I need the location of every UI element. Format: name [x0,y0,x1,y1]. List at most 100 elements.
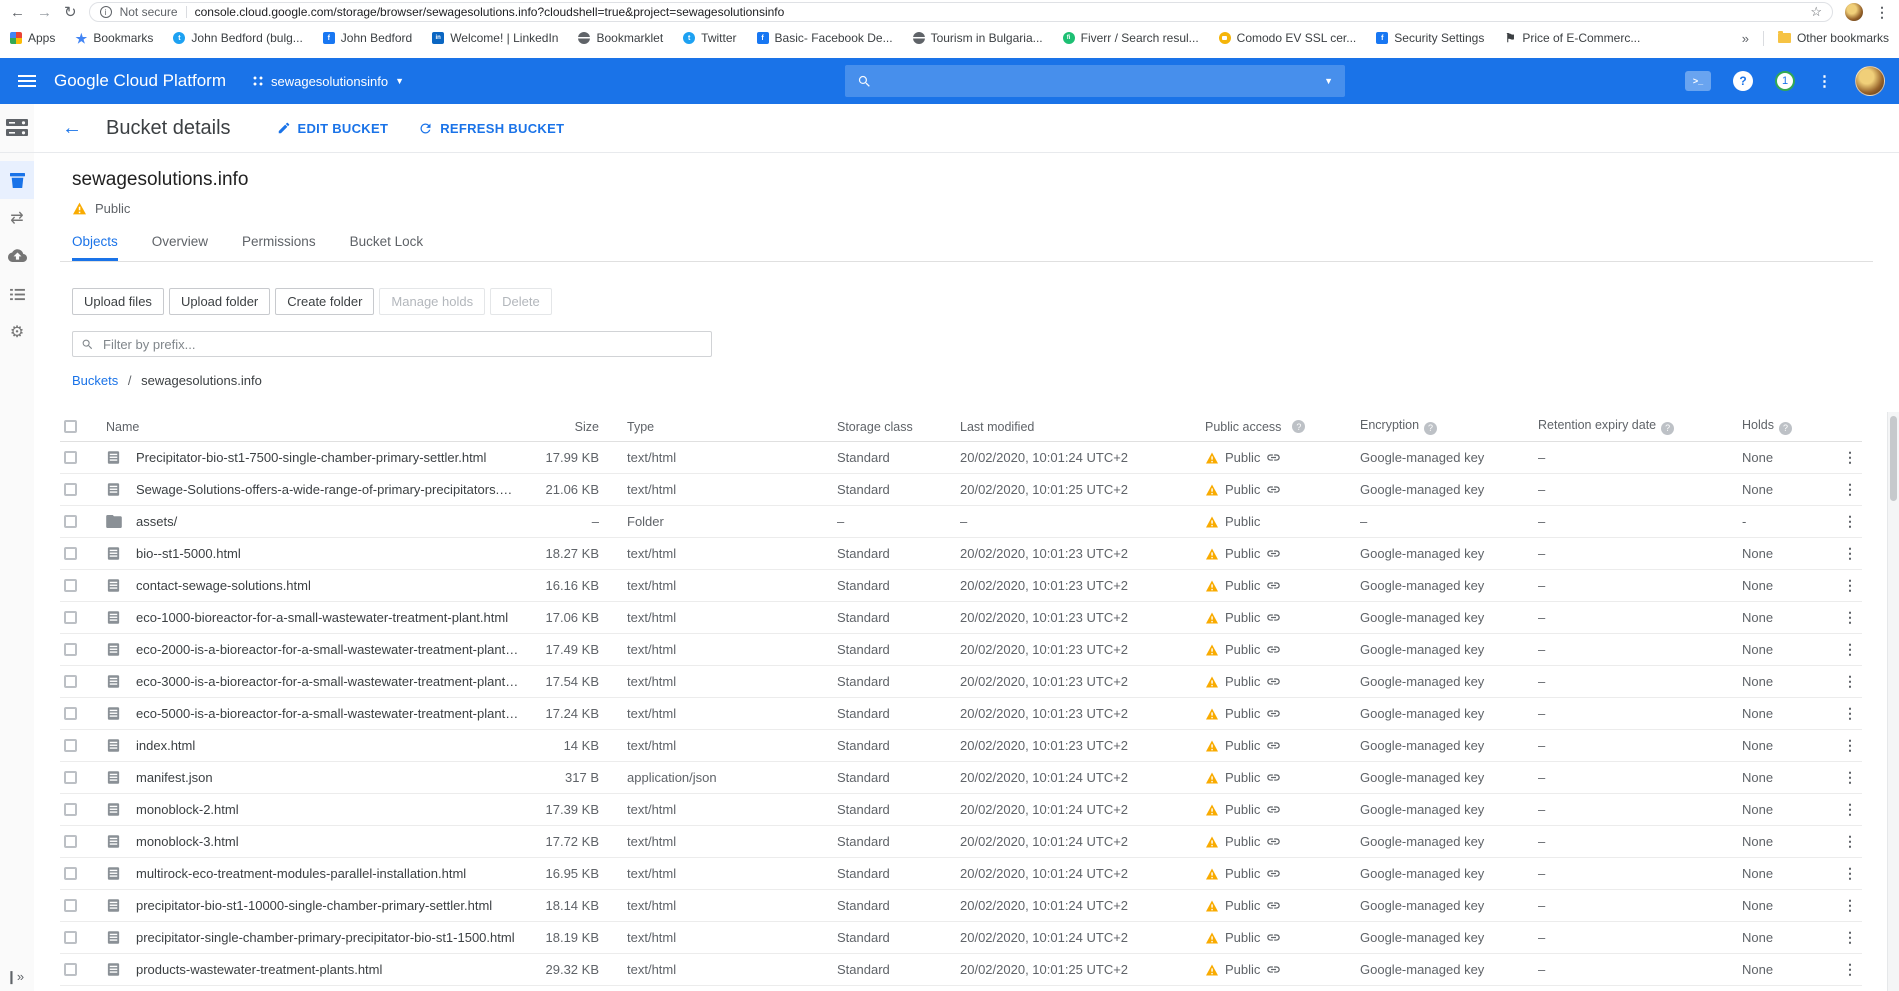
sidebar-item-jobs[interactable] [0,275,34,313]
bookmark-item[interactable]: Bookmarks [75,31,153,45]
account-avatar[interactable] [1855,66,1885,96]
bookmark-item[interactable]: Tourism in Bulgaria... [913,31,1043,45]
help-icon[interactable] [1779,422,1792,435]
row-menu-button[interactable]: ⋮ [1838,705,1862,722]
help-icon[interactable] [1292,420,1305,433]
public-link-icon[interactable] [1266,962,1281,977]
notifications-badge[interactable]: 1 [1775,71,1795,91]
bookmarks-overflow-icon[interactable]: » [1742,31,1749,46]
object-name-link[interactable]: eco-1000-bioreactor-for-a-small-wastewat… [136,610,519,625]
search-dropdown-icon[interactable]: ▼ [1324,76,1333,86]
row-checkbox[interactable] [60,515,106,528]
row-checkbox[interactable] [60,899,106,912]
browser-menu-icon[interactable]: ⋮ [1875,4,1889,21]
object-name-link[interactable]: eco-3000-is-a-bioreactor-for-a-small-was… [136,674,519,689]
gcp-more-menu-icon[interactable]: ⋮ [1817,72,1833,90]
gcp-search-bar[interactable]: ▼ [845,65,1345,97]
row-checkbox[interactable] [60,867,106,880]
create-folder-button[interactable]: Create folder [275,288,374,315]
row-menu-button[interactable]: ⋮ [1838,673,1862,690]
back-arrow-icon[interactable]: ← [62,117,82,140]
public-link-icon[interactable] [1266,642,1281,657]
public-link-icon[interactable] [1266,706,1281,721]
object-name-link[interactable]: contact-sewage-solutions.html [136,578,519,593]
bookmark-item[interactable]: Security Settings [1376,31,1484,45]
row-menu-button[interactable]: ⋮ [1838,641,1862,658]
bookmark-star-icon[interactable]: ☆ [1810,4,1822,20]
row-checkbox[interactable] [60,579,106,592]
project-selector[interactable]: sewagesolutionsinfo ▼ [252,74,404,89]
row-checkbox[interactable] [60,451,106,464]
cloud-shell-icon[interactable] [1685,71,1711,91]
row-menu-button[interactable]: ⋮ [1838,897,1862,914]
row-menu-button[interactable]: ⋮ [1838,545,1862,562]
row-checkbox[interactable] [60,547,106,560]
row-checkbox[interactable] [60,643,106,656]
public-link-icon[interactable] [1266,450,1281,465]
row-checkbox[interactable] [60,675,106,688]
row-menu-button[interactable]: ⋮ [1838,513,1862,530]
help-icon[interactable]: ? [1733,71,1753,91]
storage-product-icon[interactable] [0,104,34,153]
public-link-icon[interactable] [1266,546,1281,561]
public-link-icon[interactable] [1266,610,1281,625]
object-name-link[interactable]: multirock-eco-treatment-modules-parallel… [136,866,519,881]
bookmark-item[interactable]: Welcome! | LinkedIn [432,31,558,45]
tab-permissions[interactable]: Permissions [242,234,316,261]
bookmark-item[interactable]: Apps [10,31,55,45]
help-icon[interactable] [1424,422,1437,435]
reload-icon[interactable]: ↻ [64,5,77,20]
edit-bucket-button[interactable]: EDIT BUCKET [277,121,389,136]
object-name-link[interactable]: eco-5000-is-a-bioreactor-for-a-small-was… [136,706,519,721]
row-checkbox[interactable] [60,483,106,496]
address-bar[interactable]: Not secure console.cloud.google.com/stor… [89,2,1833,22]
object-name-link[interactable]: manifest.json [136,770,519,785]
object-name-link[interactable]: monoblock-3.html [136,834,519,849]
object-name-link[interactable]: eco-2000-is-a-bioreactor-for-a-small-was… [136,642,519,657]
public-link-icon[interactable] [1266,578,1281,593]
public-link-icon[interactable] [1266,802,1281,817]
panel-expand-icon[interactable]: ❙» [6,969,24,985]
bookmark-item[interactable]: Fiverr / Search resul... [1063,31,1199,45]
object-name-link[interactable]: bio--st1-5000.html [136,546,519,561]
row-checkbox[interactable] [60,707,106,720]
scrollbar-thumb[interactable] [1890,416,1897,501]
hamburger-menu-icon[interactable] [18,75,36,87]
row-menu-button[interactable]: ⋮ [1838,961,1862,978]
sidebar-item-transfer-appliance[interactable] [0,237,34,275]
public-link-icon[interactable] [1266,738,1281,753]
refresh-bucket-button[interactable]: REFRESH BUCKET [418,121,564,136]
forward-icon[interactable]: → [37,5,52,20]
object-name-link[interactable]: precipitator-single-chamber-primary-prec… [136,930,519,945]
row-checkbox[interactable] [60,739,106,752]
public-link-icon[interactable] [1266,930,1281,945]
gcp-product-name[interactable]: Google Cloud Platform [54,71,226,91]
help-icon[interactable] [1661,422,1674,435]
sidebar-item-browser[interactable] [0,161,34,199]
object-name-link[interactable]: Precipitator-bio-st1-7500-single-chamber… [136,450,519,465]
public-link-icon[interactable] [1266,898,1281,913]
breadcrumb-buckets-link[interactable]: Buckets [72,373,118,388]
upload-files-button[interactable]: Upload files [72,288,164,315]
object-name-link[interactable]: monoblock-2.html [136,802,519,817]
public-link-icon[interactable] [1266,866,1281,881]
bookmark-item[interactable]: Bookmarklet [578,31,663,45]
row-menu-button[interactable]: ⋮ [1838,865,1862,882]
bookmark-item[interactable]: John Bedford [323,31,412,45]
tab-overview[interactable]: Overview [152,234,208,261]
public-link-icon[interactable] [1266,674,1281,689]
row-checkbox[interactable] [60,931,106,944]
info-icon[interactable] [100,6,112,18]
sidebar-item-transfer[interactable]: ⇄ [0,199,34,237]
row-menu-button[interactable]: ⋮ [1838,609,1862,626]
object-name-link[interactable]: precipitator-bio-st1-10000-single-chambe… [136,898,519,913]
public-link-icon[interactable] [1266,482,1281,497]
row-menu-button[interactable]: ⋮ [1838,833,1862,850]
filter-input[interactable] [101,336,703,353]
bookmark-item[interactable]: Price of E-Commerc... [1504,31,1640,45]
row-menu-button[interactable]: ⋮ [1838,449,1862,466]
public-link-icon[interactable] [1266,770,1281,785]
object-name-link[interactable]: assets/ [136,514,519,529]
public-link-icon[interactable] [1266,834,1281,849]
bookmark-item[interactable]: Twitter [683,31,736,45]
